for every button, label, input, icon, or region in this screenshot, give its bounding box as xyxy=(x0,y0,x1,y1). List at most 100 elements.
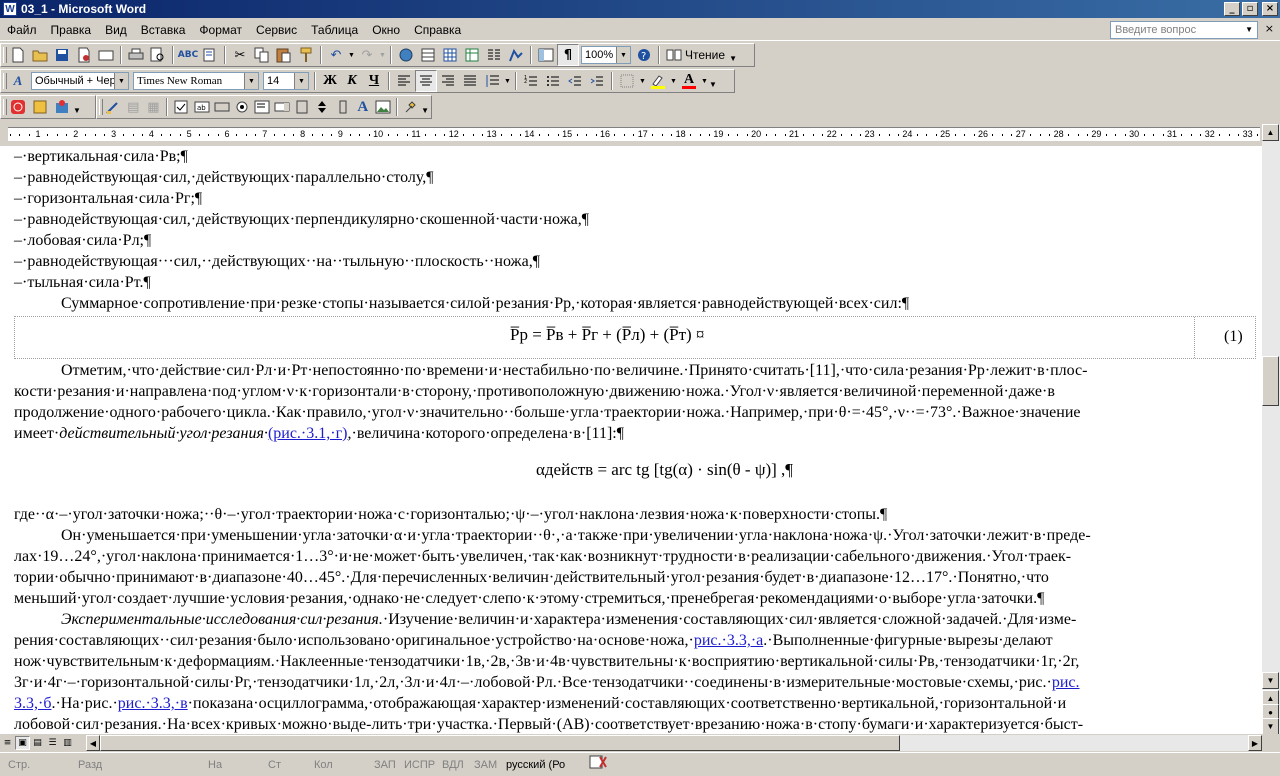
print-preview-icon[interactable] xyxy=(147,44,169,66)
bullets-icon[interactable] xyxy=(542,70,564,92)
help-icon[interactable]: ? xyxy=(633,44,655,66)
chevron-down-icon[interactable]: ▼ xyxy=(1245,22,1253,38)
checkbox-control-icon[interactable] xyxy=(171,96,191,118)
status-extend[interactable]: ВДЛ xyxy=(434,755,466,775)
new-document-icon[interactable] xyxy=(7,44,29,66)
menu-edit[interactable]: Правка xyxy=(44,20,99,40)
security-icon[interactable] xyxy=(51,96,73,118)
chevron-down-icon[interactable]: ▼ xyxy=(114,73,128,89)
web-layout-view-icon[interactable]: ▣ xyxy=(15,736,30,750)
maximize-button[interactable]: ▫ xyxy=(1242,2,1258,16)
figure-reference-link[interactable]: (рис.·3.1,·г) xyxy=(268,425,348,442)
listbox-control-icon[interactable] xyxy=(252,96,272,118)
menu-tools[interactable]: Сервис xyxy=(249,20,304,40)
cut-icon[interactable]: ✂ xyxy=(229,44,251,66)
save-icon[interactable] xyxy=(51,44,73,66)
document-page[interactable]: –·вертикальная·сила·Pв;¶ –·равнодействую… xyxy=(0,146,1262,734)
combobox-control-icon[interactable] xyxy=(272,96,292,118)
redo-dropdown-icon[interactable]: ▼ xyxy=(378,44,387,66)
chevron-down-icon[interactable]: ▼ xyxy=(294,73,308,89)
justify-icon[interactable] xyxy=(459,70,481,92)
undo-dropdown-icon[interactable]: ▼ xyxy=(347,44,356,66)
menu-table[interactable]: Таблица xyxy=(304,20,365,40)
chevron-down-icon[interactable]: ▼ xyxy=(244,73,258,89)
scroll-right-icon[interactable]: ▶ xyxy=(1248,735,1262,751)
reading-layout-icon[interactable] xyxy=(663,44,685,66)
tables-borders-icon[interactable] xyxy=(417,44,439,66)
menu-file[interactable]: Файл xyxy=(0,20,44,40)
highlight-dropdown-icon[interactable]: ▼ xyxy=(669,70,678,92)
vertical-scroll-thumb[interactable] xyxy=(1262,356,1279,406)
image-control-icon[interactable] xyxy=(373,96,393,118)
insert-excel-icon[interactable] xyxy=(461,44,483,66)
status-track-changes[interactable]: ИСПР xyxy=(396,755,435,775)
font-size-select[interactable]: 14 ▼ xyxy=(263,72,309,90)
align-right-icon[interactable] xyxy=(437,70,459,92)
horizontal-ruler[interactable]: 1123456789101112131415161718192021222324… xyxy=(0,124,1280,144)
status-language[interactable]: русский (Ро xyxy=(498,755,580,775)
open-folder-icon[interactable] xyxy=(29,44,51,66)
font-select[interactable]: Times New Roman ▼ xyxy=(133,72,259,90)
minimize-button[interactable]: _ xyxy=(1224,2,1240,16)
borders-dropdown-icon[interactable]: ▼ xyxy=(638,70,647,92)
show-formatting-icon[interactable]: ¶ xyxy=(557,44,579,66)
vertical-scrollbar[interactable]: ▲ ▼ ▲ ● ▼ xyxy=(1262,124,1280,735)
line-spacing-icon[interactable] xyxy=(481,70,503,92)
menu-view[interactable]: Вид xyxy=(98,20,134,40)
reading-view-icon[interactable]: ▥ xyxy=(60,736,75,750)
toolbar-options-icon[interactable]: ▼ xyxy=(729,44,737,66)
horizontal-scrollbar[interactable]: ◀ ▶ xyxy=(86,735,1262,751)
align-left-icon[interactable] xyxy=(393,70,415,92)
redo-icon[interactable]: ↷ xyxy=(356,44,378,66)
horizontal-scroll-thumb[interactable] xyxy=(100,735,900,751)
textbox-control-icon[interactable]: ab xyxy=(192,96,212,118)
figure-reference-link[interactable]: 3.3,·б xyxy=(14,695,51,712)
styles-formatting-icon[interactable]: A xyxy=(7,70,29,92)
borders-icon[interactable] xyxy=(616,70,638,92)
font-color-icon[interactable]: A xyxy=(678,70,700,92)
mail-recipient-icon[interactable] xyxy=(95,44,117,66)
toolbar-options-icon[interactable]: ▼ xyxy=(421,96,429,118)
menu-window[interactable]: Окно xyxy=(365,20,407,40)
align-center-icon[interactable] xyxy=(415,70,437,92)
stop-icon[interactable] xyxy=(7,96,29,118)
paste-icon[interactable] xyxy=(273,44,295,66)
font-color-dropdown-icon[interactable]: ▼ xyxy=(700,70,709,92)
more-controls-icon[interactable] xyxy=(401,96,421,118)
toolbar-options-icon[interactable]: ▼ xyxy=(709,70,717,92)
decrease-indent-icon[interactable] xyxy=(564,70,586,92)
document-map-icon[interactable] xyxy=(535,44,557,66)
normal-view-icon[interactable]: ≡ xyxy=(0,736,15,750)
properties-icon[interactable]: ▤ xyxy=(123,96,143,118)
bold-button[interactable]: Ж xyxy=(319,70,341,92)
close-document-button[interactable]: × xyxy=(1265,22,1274,35)
label-control-icon[interactable]: A xyxy=(353,96,373,118)
figure-reference-link[interactable]: рис.·3.3,·в xyxy=(118,695,188,712)
macro-icon[interactable] xyxy=(29,96,51,118)
toolbar-options-icon[interactable]: ▼ xyxy=(73,96,81,118)
print-layout-view-icon[interactable]: ▤ xyxy=(30,736,45,750)
spelling-status-icon[interactable] xyxy=(580,755,610,775)
permission-icon[interactable] xyxy=(73,44,95,66)
chevron-down-icon[interactable]: ▼ xyxy=(616,47,630,63)
figure-reference-link[interactable]: рис.·3.3,·а xyxy=(694,632,763,649)
menu-format[interactable]: Формат xyxy=(192,20,249,40)
copy-icon[interactable] xyxy=(251,44,273,66)
figure-reference-link[interactable]: рис. xyxy=(1052,674,1080,691)
line-spacing-dropdown-icon[interactable]: ▼ xyxy=(503,70,512,92)
drawing-icon[interactable] xyxy=(505,44,527,66)
insert-table-icon[interactable] xyxy=(439,44,461,66)
spelling-icon[interactable]: ABC xyxy=(177,44,199,66)
columns-icon[interactable] xyxy=(483,44,505,66)
scrollbar-control-icon[interactable] xyxy=(333,96,353,118)
menu-help[interactable]: Справка xyxy=(407,20,468,40)
italic-button[interactable]: К xyxy=(341,70,363,92)
view-code-icon[interactable]: ▦ xyxy=(143,96,163,118)
undo-icon[interactable]: ↶ xyxy=(325,44,347,66)
print-icon[interactable] xyxy=(125,44,147,66)
scroll-up-icon[interactable]: ▲ xyxy=(1262,124,1279,141)
reading-layout-label[interactable]: Чтение xyxy=(685,48,725,62)
toggle-button-control-icon[interactable] xyxy=(292,96,312,118)
scroll-down-icon[interactable]: ▼ xyxy=(1262,672,1279,689)
status-record-macro[interactable]: ЗАП xyxy=(366,755,396,775)
